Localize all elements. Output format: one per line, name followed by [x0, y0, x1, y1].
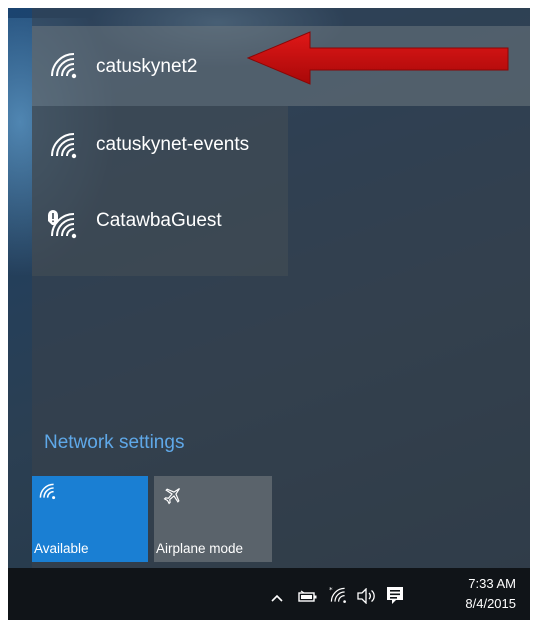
wifi-secured-warning-icon	[48, 210, 77, 239]
airplane-mode-tile[interactable]: Airplane mode	[154, 476, 272, 562]
red-arrow-annotation	[246, 31, 509, 85]
taskbar: * 7:33 AM 8/4/2015	[8, 568, 530, 620]
battery-icon[interactable]	[298, 590, 318, 604]
desktop-screen: catuskynet2 catuskynet-events CatawbaGue…	[8, 8, 530, 620]
svg-text:*: *	[329, 586, 333, 594]
network-name: catuskynet2	[96, 56, 198, 77]
tile-label: Airplane mode	[156, 541, 244, 556]
wifi-icon	[39, 483, 56, 500]
volume-icon[interactable]	[356, 588, 376, 604]
time-text: 7:33 AM	[468, 576, 516, 591]
wifi-toggle-tile[interactable]: Available	[32, 476, 148, 562]
network-settings-link[interactable]: Network settings	[44, 432, 184, 454]
wifi-icon[interactable]: *	[328, 586, 348, 604]
date-text: 8/4/2015	[465, 596, 516, 611]
tile-label: Available	[34, 541, 89, 556]
network-item-catawbaguest[interactable]: CatawbaGuest	[32, 184, 288, 276]
action-center-icon[interactable]	[386, 586, 404, 606]
chevron-up-icon[interactable]	[270, 592, 284, 604]
network-name: catuskynet-events	[96, 134, 250, 155]
taskbar-clock[interactable]: 7:33 AM 8/4/2015	[465, 574, 516, 614]
network-item-catuskynet-events[interactable]: catuskynet-events	[32, 106, 288, 184]
wifi-icon	[51, 133, 77, 159]
wifi-icon	[51, 53, 77, 79]
network-flyout: catuskynet2 catuskynet-events CatawbaGue…	[32, 8, 530, 568]
network-name: CatawbaGuest	[96, 210, 222, 231]
airplane-icon	[163, 488, 180, 505]
